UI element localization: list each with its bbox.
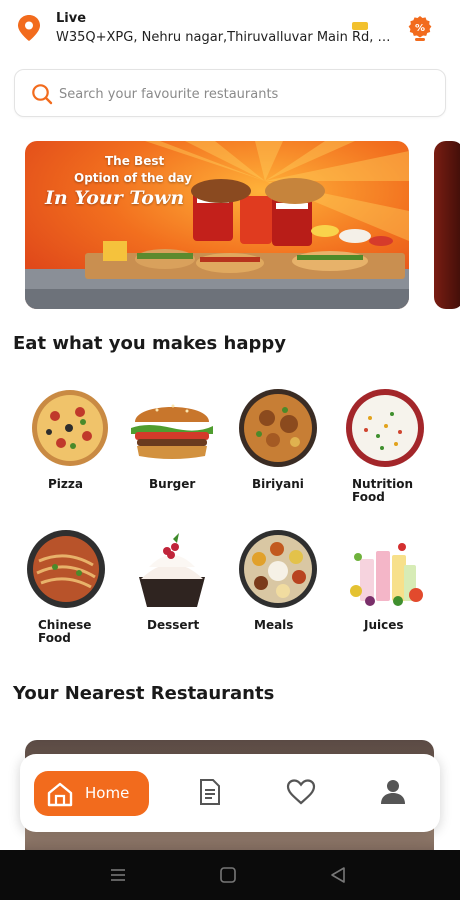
promo-banner-image bbox=[25, 141, 409, 309]
profile-icon[interactable] bbox=[379, 778, 407, 806]
location-title[interactable]: Live bbox=[56, 11, 86, 26]
category-label: Juices bbox=[364, 618, 404, 632]
biriyani-image bbox=[233, 388, 323, 468]
dessert-image bbox=[127, 529, 217, 609]
back-triangle-icon[interactable] bbox=[329, 866, 347, 884]
svg-text:%: % bbox=[415, 23, 425, 34]
location-address[interactable]: W35Q+XPG, Nehru nagar,Thiruvalluvar Main… bbox=[56, 30, 401, 45]
search-bar[interactable] bbox=[14, 69, 446, 117]
banner-text-line1: The Best bbox=[105, 154, 165, 168]
category-chinese-food[interactable]: Chinese Food bbox=[16, 529, 116, 645]
promo-banner[interactable]: The Best Option of the day In Your Town bbox=[25, 141, 409, 309]
category-burger[interactable]: Burger bbox=[122, 388, 222, 491]
chinese-food-image bbox=[21, 529, 111, 609]
home-square-icon[interactable] bbox=[219, 866, 237, 884]
category-label: Pizza bbox=[48, 477, 83, 491]
nav-home-label: Home bbox=[85, 784, 130, 802]
category-label: Chinese Food bbox=[38, 618, 92, 645]
category-label: Burger bbox=[149, 477, 196, 491]
meals-image bbox=[233, 529, 323, 609]
nutrition-food-image bbox=[340, 388, 430, 468]
juices-image bbox=[340, 529, 430, 609]
category-label: Nutrition Food bbox=[352, 477, 413, 504]
category-juices[interactable]: Juices bbox=[335, 529, 435, 632]
restaurants-title: Your Nearest Restaurants bbox=[13, 683, 275, 704]
burger-image bbox=[127, 388, 217, 468]
system-nav-bar bbox=[0, 850, 460, 900]
menu-icon[interactable] bbox=[109, 866, 127, 884]
banner-text-line3: In Your Town bbox=[45, 187, 185, 209]
offer-notification-icon[interactable]: % bbox=[406, 14, 434, 42]
category-label: Dessert bbox=[147, 618, 200, 632]
location-pin-icon[interactable] bbox=[16, 14, 42, 42]
banner-text-line2: Option of the day bbox=[74, 171, 192, 185]
category-meals[interactable]: Meals bbox=[228, 529, 328, 632]
search-input[interactable] bbox=[59, 82, 429, 106]
categories-title: Eat what you makes happy bbox=[13, 333, 286, 354]
flag-badge bbox=[352, 22, 368, 30]
pizza-image bbox=[25, 388, 115, 468]
category-nutrition-food[interactable]: Nutrition Food bbox=[335, 388, 435, 504]
category-label: Biriyani bbox=[252, 477, 304, 491]
home-icon bbox=[47, 782, 73, 807]
category-dessert[interactable]: Dessert bbox=[122, 529, 222, 632]
bottom-nav: Home bbox=[20, 754, 440, 832]
category-label: Meals bbox=[254, 618, 294, 632]
orders-icon[interactable] bbox=[196, 778, 224, 806]
favorites-heart-icon[interactable] bbox=[286, 778, 316, 806]
nav-home-button[interactable]: Home bbox=[34, 771, 149, 816]
header: Live W35Q+XPG, Nehru nagar,Thiruvalluvar… bbox=[0, 0, 460, 60]
category-pizza[interactable]: Pizza bbox=[20, 388, 120, 491]
search-icon bbox=[32, 84, 53, 105]
next-banner-peek[interactable] bbox=[434, 141, 460, 309]
category-biriyani[interactable]: Biriyani bbox=[228, 388, 328, 491]
